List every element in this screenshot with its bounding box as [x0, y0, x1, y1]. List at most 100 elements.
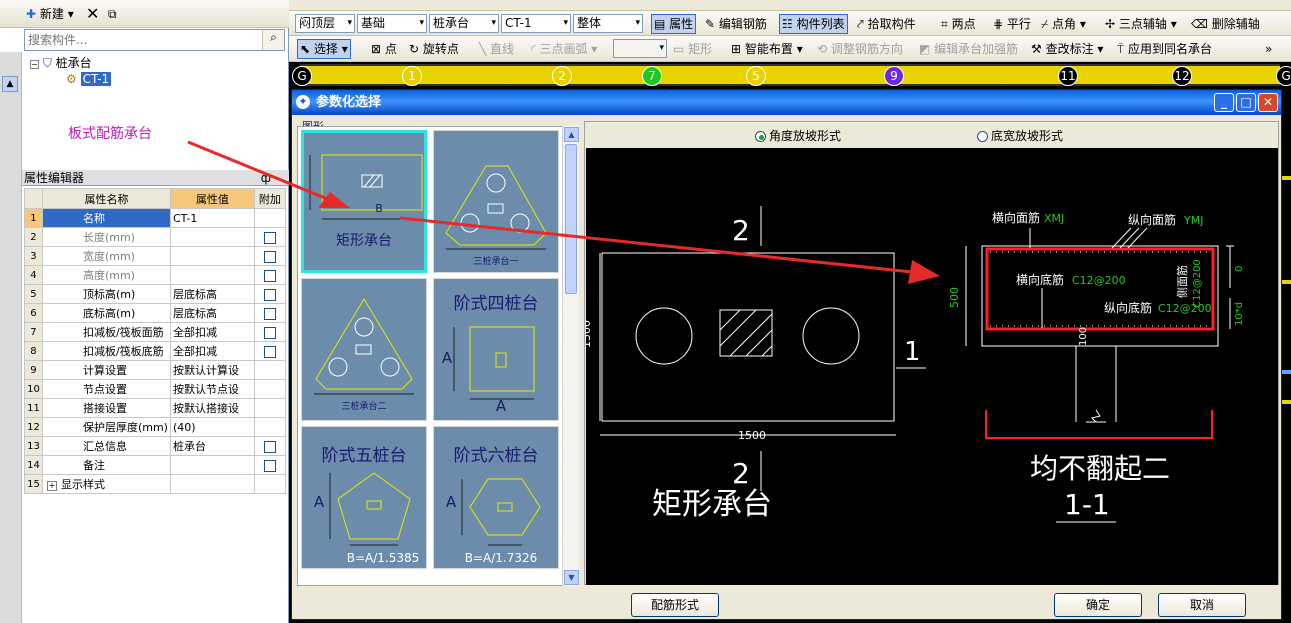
tile-three-pile-1[interactable]: 三桩承台一	[433, 130, 559, 273]
table-row[interactable]: 3 宽度(mm)	[24, 246, 287, 266]
collapse-box-icon[interactable]: −	[30, 60, 39, 69]
arc-param-select[interactable]: ▾	[613, 39, 667, 58]
edit-rebar-button[interactable]: ✎ 编辑钢筋	[705, 14, 767, 34]
pick-component-button[interactable]: ⤤ 拾取构件	[857, 14, 916, 34]
apply-same-name-button[interactable]: ⍑ 应用到同名承台	[1117, 39, 1212, 59]
table-row[interactable]: 7 扣减板/筏板面筋 全部扣减	[24, 322, 287, 342]
floor-select[interactable]: 闷顶层 ▾	[295, 14, 355, 33]
tile-stepped-five[interactable]: 阶式五桩台 A B=A/1.5385	[301, 426, 427, 569]
property-value[interactable]: 层底标高	[169, 284, 255, 304]
rectangle-button[interactable]: ▭ 矩形	[673, 39, 712, 59]
expand-icon[interactable]: +	[46, 481, 57, 491]
tree-item-root[interactable]: − ⛉ 桩承台	[30, 55, 111, 71]
search-input[interactable]	[25, 30, 261, 50]
point-button[interactable]: ⊠ 点	[371, 39, 397, 59]
table-row[interactable]: 15 + 显示样式	[24, 474, 287, 494]
more-icon[interactable]: »	[1265, 39, 1272, 59]
edit-reinforcement-button[interactable]: ◩ 编辑承台加强筋	[919, 39, 1018, 59]
checkbox[interactable]	[263, 459, 276, 472]
three-point-axis-button[interactable]: ✢ 三点辅轴 ▾	[1105, 14, 1177, 34]
property-value[interactable]	[169, 227, 255, 247]
tile-stepped-six[interactable]: 阶式六桩台 A B=A/1.7326	[433, 426, 559, 569]
property-extra	[253, 284, 287, 304]
property-value[interactable]: 桩承台	[169, 436, 255, 456]
parallel-button[interactable]: ⋕ 平行	[993, 14, 1031, 34]
copy-icon[interactable]: ⧉	[108, 4, 117, 24]
property-value[interactable]	[169, 265, 255, 285]
property-value[interactable]: 全部扣减	[169, 341, 255, 361]
maximize-icon[interactable]: □	[1236, 93, 1256, 112]
edit-annotation-button[interactable]: ⚒ 查改标注 ▾	[1031, 39, 1103, 59]
tile-rect-cap[interactable]: B 矩形承台	[301, 130, 427, 273]
tree-item-ct1[interactable]: ⚙ CT-1	[30, 71, 112, 87]
checkbox[interactable]	[263, 250, 276, 263]
table-row[interactable]: 4 高度(mm)	[24, 265, 287, 285]
pin-icon[interactable]: ф	[261, 170, 271, 186]
collapse-icon[interactable]: ▲	[2, 76, 18, 92]
scroll-down-icon[interactable]: ▼	[564, 570, 579, 585]
property-value[interactable]: CT-1	[169, 208, 255, 228]
two-point-button[interactable]: ⌗ 两点	[941, 14, 976, 34]
rebar-form-button[interactable]: 配筋形式	[631, 593, 719, 617]
checkbox[interactable]	[263, 307, 276, 320]
scroll-up-icon[interactable]: ▲	[564, 127, 579, 142]
gallery-scrollbar[interactable]: ▲ ▼	[562, 126, 579, 586]
table-row[interactable]: 10 节点设置 按默认节点设	[24, 379, 287, 399]
property-value[interactable]: 全部扣减	[169, 322, 255, 342]
radio-angle-slope[interactable]: 角度放坡形式	[755, 127, 841, 144]
table-row[interactable]: 11 搭接设置 按默认搭接设	[24, 398, 287, 418]
component-list-button[interactable]: ☷ 构件列表	[779, 14, 848, 34]
cancel-button[interactable]: 取消	[1158, 593, 1246, 617]
rotate-point-button[interactable]: ↻ 旋转点	[409, 39, 459, 59]
properties-button[interactable]: ▤ 属性	[651, 14, 697, 34]
radio-width-slope[interactable]: 底宽放坡形式	[977, 127, 1063, 144]
tile-three-pile-2[interactable]: 三桩承台二	[301, 278, 427, 421]
property-value[interactable]: 按默认节点设	[169, 379, 255, 399]
arc-button[interactable]: ◜ 三点画弧 ▾	[531, 39, 597, 59]
layer-select[interactable]: 整体 ▾	[573, 14, 643, 33]
side-label: 侧面筋	[1175, 265, 1189, 298]
point-angle-button[interactable]: ⌿ 点角 ▾	[1041, 14, 1086, 34]
property-value[interactable]: 按默认计算设	[169, 360, 255, 380]
delete-axis-button[interactable]: ⌫ 删除辅轴	[1191, 14, 1260, 34]
category-select[interactable]: 基础 ▾	[357, 14, 427, 33]
table-row[interactable]: 6 底标高(m) 层底标高	[24, 303, 287, 323]
checkbox[interactable]	[263, 326, 276, 339]
ok-button[interactable]: 确定	[1054, 593, 1142, 617]
minimize-icon[interactable]: _	[1214, 93, 1234, 112]
smart-layout-button[interactable]: ⊞ 智能布置 ▾	[731, 39, 803, 59]
element-select[interactable]: CT-1 ▾	[501, 14, 571, 33]
scroll-thumb[interactable]	[565, 144, 577, 294]
property-value[interactable]	[169, 246, 255, 266]
close-icon[interactable]: ✕	[1258, 93, 1278, 112]
property-value[interactable]: 层底标高	[169, 303, 255, 323]
table-row[interactable]: 1 名称 CT-1	[24, 208, 287, 228]
preview-panel: 角度放坡形式 底宽放坡形式 2 2 1 1500 1500 矩形承台 500 0…	[584, 121, 1279, 585]
line-button[interactable]: ╲ 直线	[479, 39, 514, 59]
adjust-rebar-direction-button[interactable]: ⟲ 调整钢筋方向	[817, 39, 903, 59]
table-row[interactable]: 2 长度(mm)	[24, 227, 287, 247]
tile-stepped-four[interactable]: 阶式四桩台 A A	[433, 278, 559, 421]
type-select[interactable]: 桩承台 ▾	[429, 14, 499, 33]
checkbox[interactable]	[263, 440, 276, 453]
table-row[interactable]: 9 计算设置 按默认计算设	[24, 360, 287, 380]
table-row[interactable]: 5 顶标高(m) 层底标高	[24, 284, 287, 304]
property-value[interactable]: (40)	[169, 417, 255, 437]
checkbox[interactable]	[263, 288, 276, 301]
table-row[interactable]: 8 扣减板/筏板底筋 全部扣减	[24, 341, 287, 361]
table-row[interactable]: 12 保护层厚度(mm) (40)	[24, 417, 287, 437]
table-row[interactable]: 13 汇总信息 桩承台	[24, 436, 287, 456]
select-button[interactable]: ⬉ 选择 ▾	[297, 39, 351, 59]
property-value[interactable]: 按默认搭接设	[169, 398, 255, 418]
cut-mark: 1	[904, 337, 921, 367]
property-value[interactable]	[169, 474, 255, 494]
checkbox[interactable]	[263, 231, 276, 244]
search-icon[interactable]: ⌕	[262, 30, 284, 50]
checkbox[interactable]	[263, 345, 276, 358]
checkbox[interactable]	[263, 269, 276, 282]
new-button[interactable]: ✚ 新建 ▾	[26, 4, 74, 24]
delete-icon[interactable]: ✕	[86, 4, 99, 24]
property-value[interactable]	[169, 455, 255, 475]
axis-bubble: G	[292, 66, 312, 86]
table-row[interactable]: 14 备注	[24, 455, 287, 475]
